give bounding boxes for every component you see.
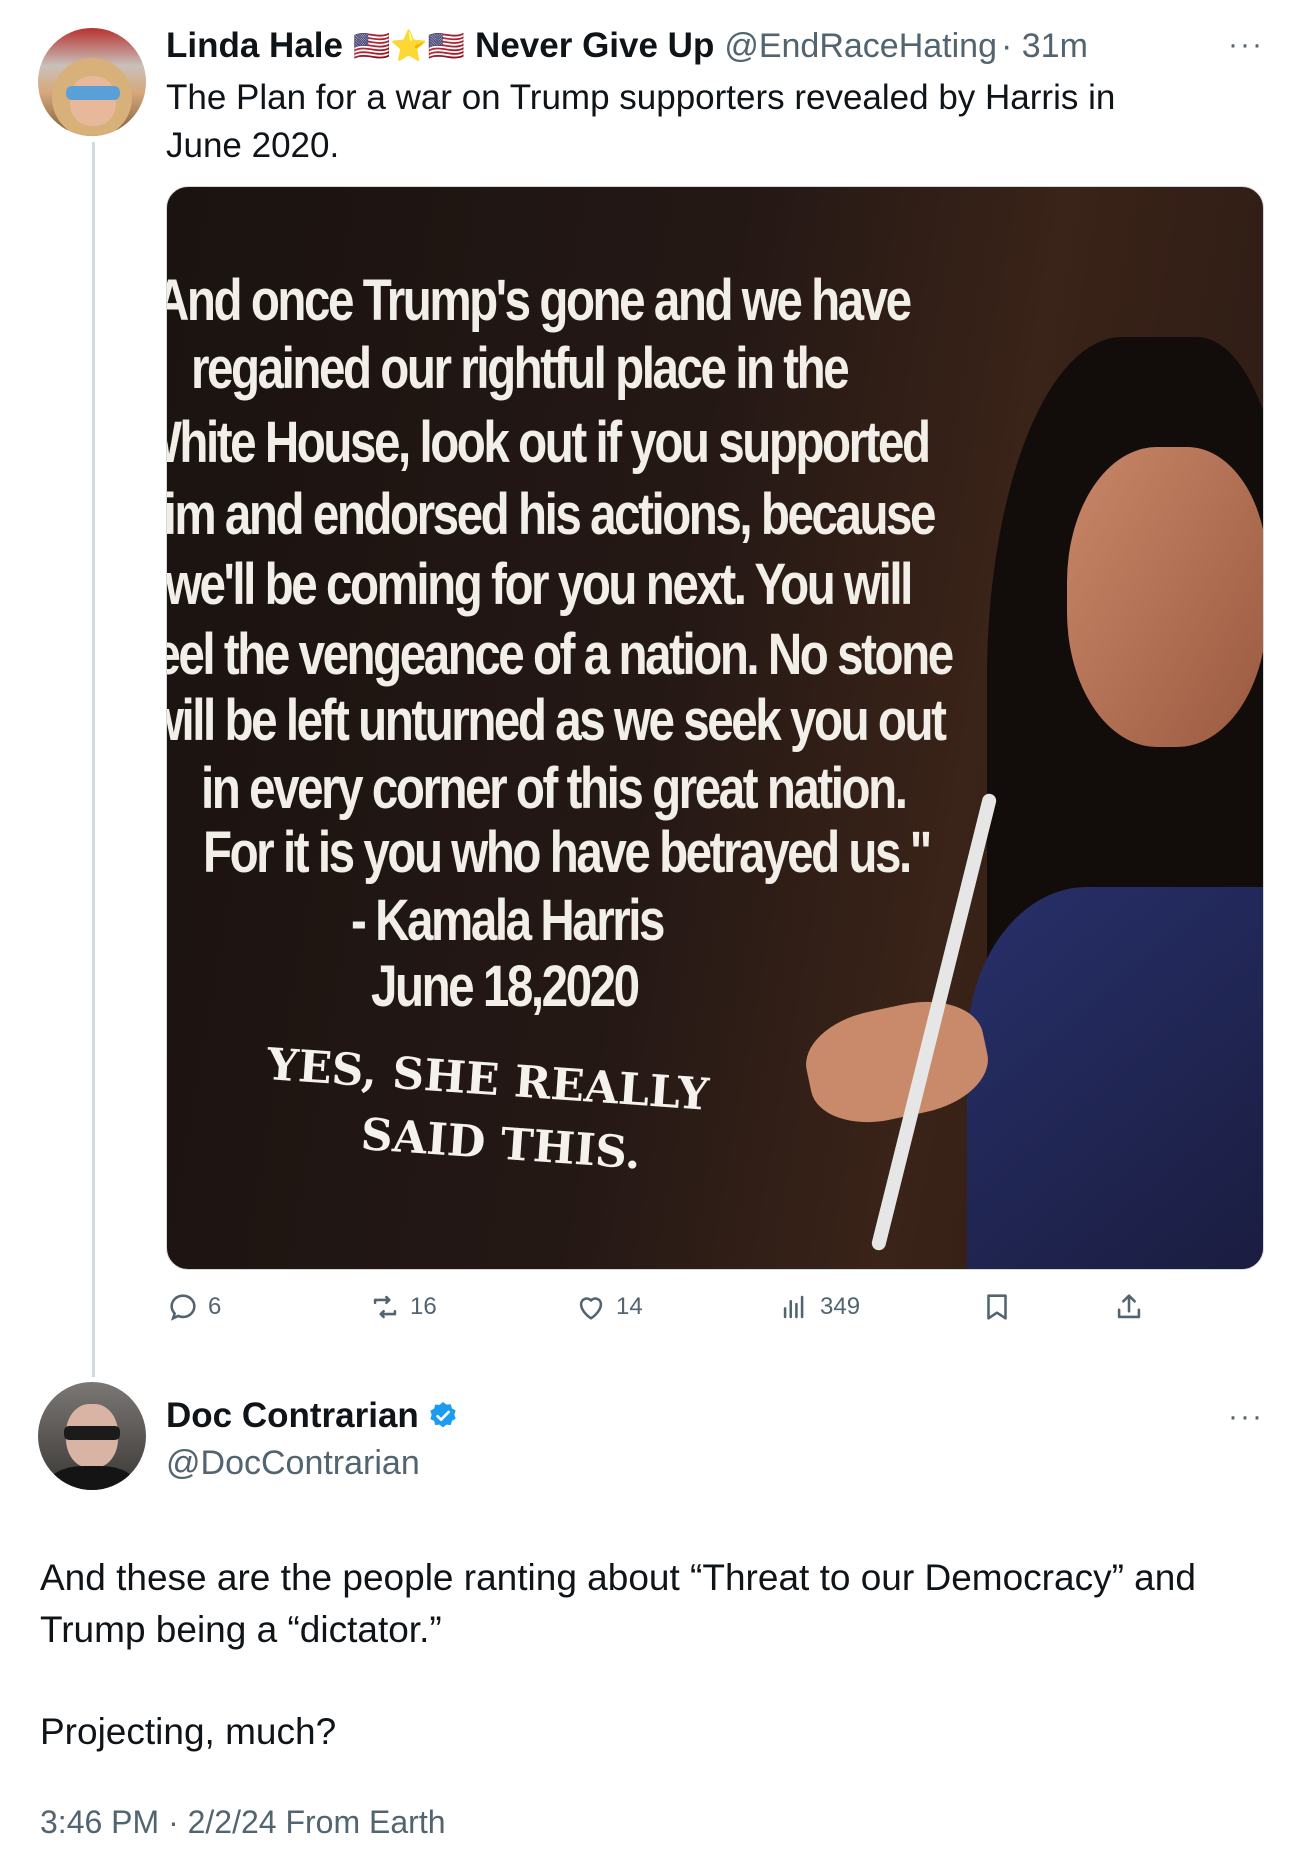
repost-icon: [373, 1295, 397, 1319]
caption-line-1: YES, SHE REALLY: [265, 1039, 711, 1121]
bookmark-icon: [987, 1294, 1007, 1320]
quote-line-8: in every corner of this great nation.: [201, 756, 908, 821]
author-name[interactable]: Doc Contrarian: [166, 1396, 419, 1436]
verified-badge-icon: [430, 1402, 456, 1428]
bookmark-button[interactable]: [980, 1290, 1014, 1324]
linda-hale-avatar[interactable]: [38, 28, 146, 136]
author-name[interactable]: Linda Hale: [166, 26, 343, 66]
image-face: [1067, 447, 1263, 747]
reply-icon: [170, 1294, 196, 1321]
repost-count: 16: [410, 1293, 437, 1320]
heart-icon: [579, 1297, 603, 1320]
tweet1-media-image[interactable]: And once Trump's gone and we have regain…: [166, 186, 1264, 1270]
reply-count: 6: [208, 1293, 222, 1320]
name-emojis: 🇺🇸⭐🇺🇸: [352, 29, 466, 63]
quote-line-6: feel the vengeance of a nation. No stone: [166, 622, 954, 687]
quote-line-attribution: - Kamala Harris: [351, 888, 666, 953]
more-options-icon[interactable]: ···: [1228, 28, 1264, 62]
quote-line-1: And once Trump's gone and we have: [166, 268, 912, 333]
avatar-face: [70, 76, 116, 126]
views-button[interactable]: 349: [778, 1290, 860, 1324]
avatar-glasses: [64, 1426, 120, 1440]
quote-line-date: June 18,2020: [371, 954, 640, 1019]
post-timestamp[interactable]: 3:46 PM · 2/2/24 From Earth: [40, 1804, 446, 1841]
avatar-suit: [50, 1466, 134, 1490]
doc-contrarian-avatar[interactable]: [38, 1382, 146, 1490]
more-options-icon[interactable]: ···: [1228, 1400, 1264, 1434]
thread-connector-line: [92, 142, 95, 1377]
tweet1-text: The Plan for a war on Trump supporters r…: [166, 78, 1116, 165]
like-count: 14: [616, 1293, 643, 1320]
caption-line-2: SAID THIS.: [359, 1109, 643, 1180]
reply-button[interactable]: 6: [166, 1290, 221, 1324]
quote-line-2: regained our rightful place in the: [191, 336, 850, 401]
like-button[interactable]: 14: [574, 1290, 643, 1324]
quote-line-3: White House, look out if you supported: [166, 410, 931, 475]
tweet2-text-paragraph-2: Projecting, much?: [40, 1711, 337, 1752]
share-icon: [1117, 1294, 1141, 1319]
author-handle[interactable]: @EndRaceHating: [724, 27, 997, 66]
avatar-glasses: [66, 86, 120, 100]
post-time[interactable]: · 31m: [1001, 27, 1088, 66]
author-name-suffix[interactable]: Never Give Up: [475, 26, 714, 66]
share-button[interactable]: [1112, 1290, 1146, 1324]
quote-line-7: will be left unturned as we seek you out: [166, 688, 947, 753]
quote-line-5: we'll be coming for you next. You will: [166, 552, 913, 617]
quote-line-9: For it is you who have betrayed us.": [203, 820, 932, 885]
quote-line-4: him and endorsed his actions, because: [166, 482, 936, 547]
tweet2-header: Doc Contrarian: [166, 1396, 459, 1436]
tweet2-text-paragraph-1: And these are the people ranting about “…: [40, 1557, 1196, 1650]
view-count: 349: [820, 1293, 861, 1320]
image-shoulders: [967, 887, 1263, 1269]
tweet1-header: Linda Hale 🇺🇸⭐🇺🇸 Never Give Up @EndRaceH…: [166, 24, 1088, 68]
analytics-icon: [783, 1295, 804, 1319]
author-handle[interactable]: @DocContrarian: [166, 1444, 420, 1483]
repost-button[interactable]: 16: [368, 1290, 437, 1324]
